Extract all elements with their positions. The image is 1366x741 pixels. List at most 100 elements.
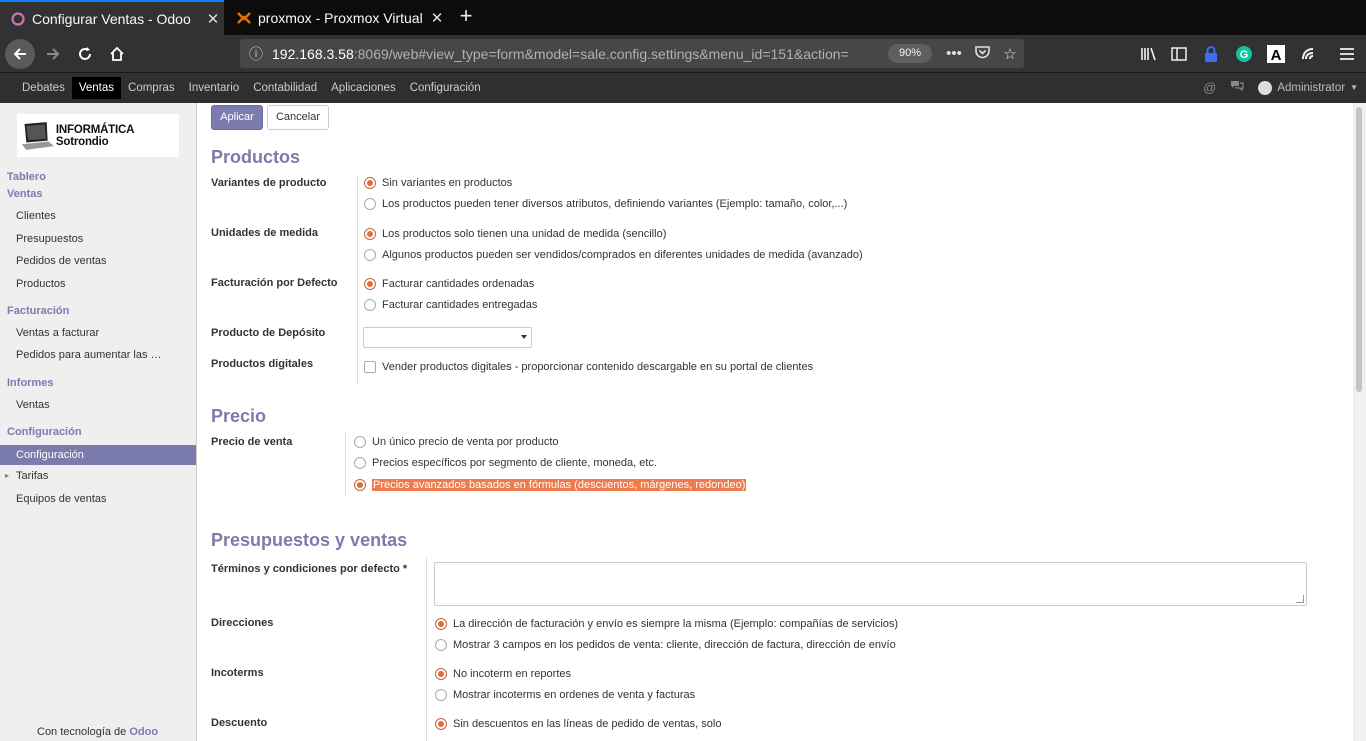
radio-button[interactable] [435, 689, 447, 701]
proxmox-favicon-icon [237, 11, 251, 24]
library-icon[interactable] [1138, 43, 1160, 65]
option-direccion-misma[interactable]: La dirección de facturación y envío es s… [435, 618, 898, 630]
radio-button[interactable] [435, 618, 447, 630]
powered-by: Con tecnología de Odoo [37, 726, 158, 738]
pocket-icon[interactable] [968, 45, 996, 63]
close-tab-icon[interactable]: ✕ [426, 9, 448, 27]
cancel-button[interactable]: Cancelar [267, 105, 329, 130]
sidebar-item-pedidos-aumentar[interactable]: Pedidos para aumentar las … [16, 349, 162, 361]
sidebar-item-tarifas[interactable]: Tarifas [16, 470, 48, 482]
radio-button[interactable] [364, 299, 376, 311]
apply-button[interactable]: Aplicar [211, 105, 263, 130]
avatar[interactable] [1258, 80, 1273, 95]
sidebar-item-ventas-facturar[interactable]: Ventas a facturar [16, 327, 99, 339]
divider [426, 558, 427, 741]
option-precio-segmento[interactable]: Precios específicos por segmento de clie… [354, 457, 657, 469]
radio-button[interactable] [354, 479, 366, 491]
menu-contabilidad[interactable]: Contabilidad [246, 77, 324, 99]
option-varias-unidades[interactable]: Algunos productos pueden ser vendidos/co… [364, 249, 863, 261]
resize-handle-icon[interactable] [1296, 595, 1304, 603]
menu-debates[interactable]: Debates [15, 77, 72, 99]
option-una-unidad[interactable]: Los productos solo tienen una unidad de … [364, 228, 666, 240]
sidebar-item-equipos-ventas[interactable]: Equipos de ventas [16, 493, 107, 505]
address-bar[interactable]: ⓘ 192.168.3.58:8069/web#view_type=form&m… [240, 39, 1024, 68]
chevron-down-icon[interactable]: ▼ [1350, 83, 1358, 92]
sidebar-item-pedidos-ventas[interactable]: Pedidos de ventas [16, 255, 107, 267]
option-productos-digitales[interactable]: Vender productos digitales - proporciona… [364, 361, 813, 373]
radio-button[interactable] [364, 198, 376, 210]
menu-configuracion[interactable]: Configuración [403, 77, 488, 99]
new-tab-button[interactable]: + [454, 4, 478, 30]
url-text[interactable]: 192.168.3.58:8069/web#view_type=form&mod… [272, 46, 880, 62]
sidebar-item-clientes[interactable]: Clientes [16, 210, 56, 222]
option-facturar-entregadas[interactable]: Facturar cantidades entregadas [364, 299, 537, 311]
app-menu: Debates Ventas Compras Inventario Contab… [15, 77, 488, 99]
radio-button[interactable] [435, 718, 447, 730]
option-label: Mostrar 3 campos en los pedidos de venta… [453, 639, 896, 651]
radio-button[interactable] [364, 278, 376, 290]
sidebar-item-productos[interactable]: Productos [16, 278, 66, 290]
odoo-brand-link[interactable]: Odoo [129, 726, 158, 738]
option-precio-avanzado[interactable]: Precios avanzados basados en fórmulas (d… [354, 479, 747, 491]
radio-button[interactable] [435, 668, 447, 680]
caret-down-icon[interactable] [521, 335, 527, 339]
close-tab-icon[interactable]: ✕ [202, 10, 224, 28]
radio-button[interactable] [435, 639, 447, 651]
option-label: Facturar cantidades ordenadas [382, 278, 535, 290]
sidebar-item-informe-ventas[interactable]: Ventas [16, 399, 50, 411]
menu-aplicaciones[interactable]: Aplicaciones [324, 77, 403, 99]
option-label: Un único precio de venta por producto [372, 436, 559, 448]
page-actions-button[interactable]: ••• [940, 45, 968, 62]
bookmark-star-icon[interactable]: ☆ [996, 45, 1024, 63]
company-logo[interactable]: INFORMÁTICA Sotrondio [17, 114, 179, 157]
option-precio-unico[interactable]: Un único precio de venta por producto [354, 436, 559, 448]
option-sin-variantes[interactable]: Sin variantes en productos [364, 177, 512, 189]
checkbox[interactable] [364, 361, 376, 373]
menu-inventario[interactable]: Inventario [182, 77, 247, 99]
deposito-select[interactable] [363, 327, 532, 348]
section-title-productos: Productos [211, 147, 301, 167]
grammarly-icon[interactable]: G [1233, 43, 1255, 65]
browser-tab-strip: Configurar Ventas - Odoo ✕ proxmox - Pro… [0, 0, 1366, 35]
option-mostrar-incoterms[interactable]: Mostrar incoterms en ordenes de venta y … [435, 689, 695, 701]
font-extension-icon[interactable]: A [1265, 43, 1287, 65]
activity-icon[interactable]: @ [1203, 80, 1216, 95]
radio-button[interactable] [354, 457, 366, 469]
extension-icon[interactable] [1297, 43, 1319, 65]
option-sin-descuentos[interactable]: Sin descuentos en las líneas de pedido d… [435, 718, 721, 730]
sidebar-item-configuracion[interactable]: Configuración [0, 445, 196, 465]
scrollbar-thumb[interactable] [1356, 107, 1362, 392]
browser-tab-odoo[interactable]: Configurar Ventas - Odoo ✕ [0, 0, 224, 35]
sidebar-toggle-icon[interactable] [1168, 43, 1190, 65]
radio-button[interactable] [364, 249, 376, 261]
sidebar-tablero[interactable]: Tablero [7, 171, 46, 183]
radio-button[interactable] [364, 228, 376, 240]
sidebar-item-presupuestos[interactable]: Presupuestos [16, 233, 83, 245]
info-icon[interactable]: ⓘ [240, 44, 272, 64]
option-direccion-tres-campos[interactable]: Mostrar 3 campos en los pedidos de venta… [435, 639, 896, 651]
url-host: 192.168.3.58 [272, 45, 354, 62]
option-con-variantes[interactable]: Los productos pueden tener diversos atri… [364, 198, 847, 210]
home-button[interactable] [102, 39, 132, 69]
menu-ventas[interactable]: Ventas [71, 77, 122, 99]
forward-button[interactable] [38, 39, 68, 69]
radio-button[interactable] [354, 436, 366, 448]
back-button[interactable] [5, 39, 35, 69]
option-facturar-ordenadas[interactable]: Facturar cantidades ordenadas [364, 278, 534, 290]
radio-button[interactable] [364, 177, 376, 189]
hamburger-menu-icon[interactable] [1336, 43, 1358, 65]
terminos-textarea[interactable] [434, 562, 1307, 606]
browser-tab-proxmox[interactable]: proxmox - Proxmox Virtual Environment ✕ [226, 0, 448, 35]
label-descuento: Descuento [211, 717, 268, 729]
menu-compras[interactable]: Compras [121, 77, 182, 99]
caret-right-icon[interactable]: ▸ [5, 471, 9, 480]
chat-icon[interactable] [1230, 80, 1244, 95]
company-name: INFORMÁTICA Sotrondio [55, 123, 134, 148]
vertical-scrollbar[interactable] [1353, 103, 1366, 741]
lock-extension-icon[interactable] [1200, 43, 1222, 65]
option-no-incoterm[interactable]: No incoterm en reportes [435, 668, 571, 680]
user-name[interactable]: Administrator [1277, 82, 1345, 94]
zoom-indicator[interactable]: 90% [888, 44, 932, 63]
reload-button[interactable] [70, 39, 100, 69]
section-title-presupuestos: Presupuestos y ventas [211, 530, 408, 550]
